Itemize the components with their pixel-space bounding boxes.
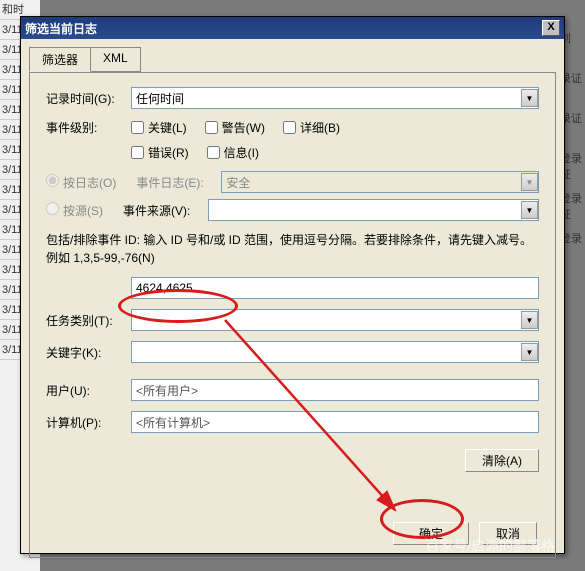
filter-dialog: 筛选当前日志 X 筛选器 XML 记录时间(G): 任何时间 ▼ 事件级别: 关… bbox=[20, 16, 565, 554]
task-category-select[interactable]: ▼ bbox=[131, 309, 539, 331]
keywords-select[interactable]: ▼ bbox=[131, 341, 539, 363]
tab-filter[interactable]: 筛选器 bbox=[29, 47, 91, 72]
tabs: 筛选器 XML bbox=[29, 47, 556, 72]
task-category-label: 任务类别(T): bbox=[46, 312, 131, 329]
event-log-value: 安全 bbox=[226, 174, 250, 191]
check-info[interactable]: 信息(I) bbox=[207, 144, 259, 161]
cancel-button[interactable]: 取消 bbox=[479, 522, 537, 545]
record-time-value: 任何时间 bbox=[136, 90, 184, 107]
user-input[interactable] bbox=[131, 379, 539, 401]
event-level-label: 事件级别: bbox=[46, 119, 131, 136]
dialog-title: 筛选当前日志 bbox=[25, 20, 97, 37]
computer-label: 计算机(P): bbox=[46, 414, 131, 431]
event-source-label: 事件来源(V): bbox=[123, 202, 208, 219]
record-time-select[interactable]: 任何时间 ▼ bbox=[131, 87, 539, 109]
event-source-select[interactable]: ▼ bbox=[208, 199, 539, 221]
ok-button[interactable]: 确定 bbox=[393, 522, 469, 545]
event-log-label: 事件日志(E): bbox=[136, 174, 221, 191]
close-button[interactable]: X bbox=[542, 20, 560, 36]
event-log-select: 安全 ▼ bbox=[221, 171, 539, 193]
chevron-down-icon: ▼ bbox=[521, 173, 538, 191]
computer-input[interactable] bbox=[131, 411, 539, 433]
radio-by-log[interactable]: 按日志(O) bbox=[46, 174, 116, 191]
clear-button[interactable]: 清除(A) bbox=[465, 449, 539, 472]
check-critical[interactable]: 关键(L) bbox=[131, 119, 187, 136]
panel: 记录时间(G): 任何时间 ▼ 事件级别: 关键(L) 警告(W) 详细(B) … bbox=[29, 72, 556, 558]
check-verbose[interactable]: 详细(B) bbox=[283, 119, 340, 136]
tab-xml[interactable]: XML bbox=[90, 47, 141, 72]
chevron-down-icon[interactable]: ▼ bbox=[521, 343, 538, 361]
record-time-label: 记录时间(G): bbox=[46, 90, 131, 107]
instruction-text: 包括/排除事件 ID: 输入 ID 号和/或 ID 范围，使用逗号分隔。若要排除… bbox=[46, 231, 539, 267]
check-error[interactable]: 错误(R) bbox=[131, 144, 189, 161]
chevron-down-icon[interactable]: ▼ bbox=[521, 89, 538, 107]
keywords-label: 关键字(K): bbox=[46, 344, 131, 361]
check-warning[interactable]: 警告(W) bbox=[205, 119, 265, 136]
user-label: 用户(U): bbox=[46, 382, 131, 399]
event-id-input[interactable] bbox=[131, 277, 539, 299]
titlebar: 筛选当前日志 X bbox=[21, 17, 564, 39]
chevron-down-icon[interactable]: ▼ bbox=[521, 311, 538, 329]
radio-by-source[interactable]: 按源(S) bbox=[46, 202, 103, 219]
chevron-down-icon[interactable]: ▼ bbox=[521, 201, 538, 219]
